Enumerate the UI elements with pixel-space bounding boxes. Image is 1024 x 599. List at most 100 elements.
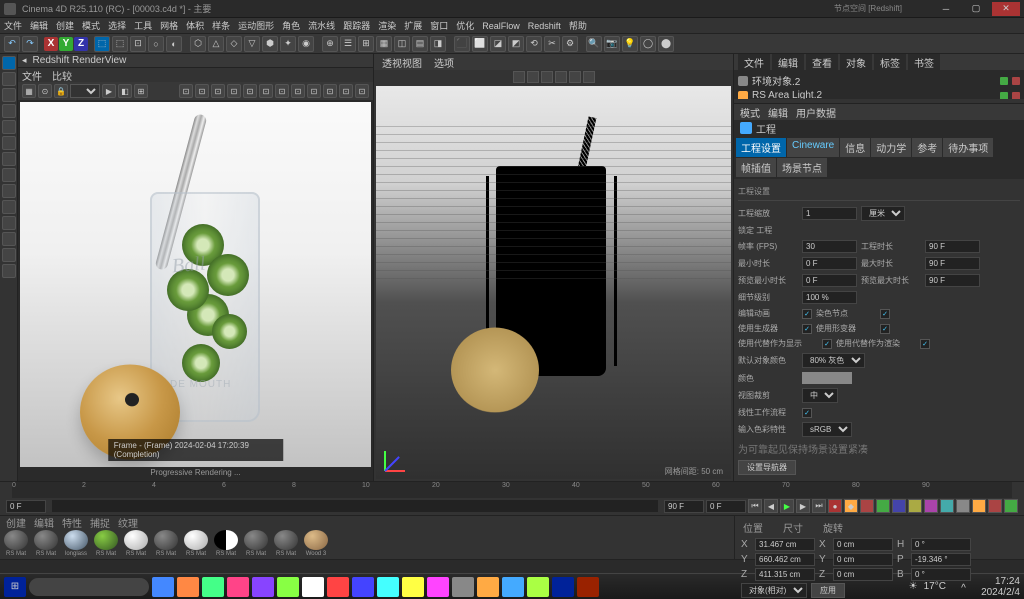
checkbox[interactable]: ✓ (802, 324, 812, 334)
tl-record-button[interactable]: ● (828, 499, 842, 513)
toolbar-button[interactable]: ◐ (166, 36, 182, 52)
menu-选择[interactable]: 选择 (108, 19, 126, 32)
pos-x-input[interactable] (755, 538, 815, 551)
object-item[interactable]: RS Area Light.2 (736, 89, 1022, 99)
render-tool-button[interactable]: ⊞ (134, 84, 148, 98)
size-x-input[interactable] (833, 538, 893, 551)
tl-key-button[interactable]: ◆ (844, 499, 858, 513)
visibility-toggle[interactable] (1000, 77, 1008, 85)
toolbar-button[interactable]: ⚙ (562, 36, 578, 52)
tl-tool-button[interactable] (988, 499, 1002, 513)
material-item[interactable]: RS Mat (2, 530, 30, 557)
obj-tab[interactable]: 查看 (806, 54, 838, 71)
close-button[interactable]: ✕ (992, 2, 1020, 16)
left-tool-button[interactable] (2, 216, 16, 230)
toolbar-button[interactable]: ⟲ (526, 36, 542, 52)
material-item[interactable]: RS Mat (242, 530, 270, 557)
render-header[interactable]: ◂ Redshift RenderView (18, 54, 373, 68)
render-tool-button[interactable]: ⊡ (339, 84, 353, 98)
menu-角色[interactable]: 角色 (282, 19, 300, 32)
render-mode-select[interactable]: Render (70, 84, 100, 98)
render-tool-button[interactable]: ⊡ (275, 84, 289, 98)
toolbar-button[interactable]: ⊡ (130, 36, 146, 52)
left-tool-button[interactable] (2, 232, 16, 246)
tl-tool-button[interactable] (860, 499, 874, 513)
toolbar-button[interactable]: ◫ (394, 36, 410, 52)
left-tool-button[interactable] (2, 184, 16, 198)
prevmin-input[interactable] (802, 274, 857, 287)
tl-tool-button[interactable] (924, 499, 938, 513)
material-item[interactable]: RS Mat (212, 530, 240, 557)
menu-运动图形[interactable]: 运动图形 (238, 19, 274, 32)
toolbar-button[interactable]: ◇ (226, 36, 242, 52)
vp-menu-view[interactable]: 透视视图 (382, 55, 422, 70)
menu-跟踪器[interactable]: 跟踪器 (343, 19, 370, 32)
redo-button[interactable]: ↷ (22, 36, 38, 52)
left-tool-button[interactable] (2, 104, 16, 118)
render-view[interactable]: Ball DE MOUTH Frame - (Frame) 2024-02-04… (20, 102, 371, 479)
toolbar-button[interactable]: ▦ (376, 36, 392, 52)
taskbar-app[interactable] (377, 577, 399, 597)
toolbar-button[interactable]: ◯ (640, 36, 656, 52)
menu-渲染[interactable]: 渲染 (378, 19, 396, 32)
scale-input[interactable] (802, 207, 857, 220)
toolbar-button[interactable]: 💡 (622, 36, 638, 52)
axis-toggle[interactable]: X Y Z (44, 37, 88, 51)
viewport-tool-button[interactable] (555, 71, 567, 83)
render-tool-button[interactable]: ⊡ (291, 84, 305, 98)
toolbar-button[interactable]: 📷 (604, 36, 620, 52)
attr-tab[interactable]: 待办事项 (943, 138, 993, 157)
viewport-tool-button[interactable] (583, 71, 595, 83)
colorspace-select[interactable]: sRGB (802, 422, 852, 437)
tl-start-input[interactable] (6, 500, 46, 513)
menu-网格[interactable]: 网格 (160, 19, 178, 32)
taskbar-search[interactable] (29, 578, 149, 596)
toolbar-button[interactable]: ⬤ (658, 36, 674, 52)
toolbar-button[interactable]: ⊕ (322, 36, 338, 52)
minimize-button[interactable]: ─ (932, 2, 960, 16)
toolbar-button[interactable]: ◉ (298, 36, 314, 52)
pos-z-input[interactable] (755, 568, 815, 581)
taskbar-app[interactable] (502, 577, 524, 597)
render-tool-button[interactable]: ⊡ (195, 84, 209, 98)
obj-tab[interactable]: 文件 (738, 54, 770, 71)
menu-样条[interactable]: 样条 (212, 19, 230, 32)
apply-button[interactable]: 应用 (811, 583, 845, 598)
toolbar-button[interactable]: ✂ (544, 36, 560, 52)
size-y-input[interactable] (833, 553, 893, 566)
left-tool-button[interactable] (2, 120, 16, 134)
rot-p-input[interactable] (911, 553, 971, 566)
start-button[interactable]: ⊞ (4, 577, 26, 597)
size-z-input[interactable] (833, 568, 893, 581)
pos-y-input[interactable] (755, 553, 815, 566)
toolbar-button[interactable]: ⬜ (472, 36, 488, 52)
material-item[interactable]: longlass (62, 530, 90, 557)
toolbar-button[interactable]: ⬡ (190, 36, 206, 52)
toolbar-button[interactable]: 🔍 (586, 36, 602, 52)
left-tool-button[interactable] (2, 200, 16, 214)
object-item[interactable]: 环境对象.2 (736, 72, 1022, 89)
material-item[interactable]: RS Mat (152, 530, 180, 557)
nav-settings-button[interactable]: 设置导航器 (738, 460, 796, 475)
toolbar-button[interactable]: ▤ (412, 36, 428, 52)
vp-axis-gizmo[interactable] (384, 441, 414, 471)
taskbar-app[interactable] (177, 577, 199, 597)
material-item[interactable]: RS Mat (92, 530, 120, 557)
attr-tab[interactable]: 场景节点 (777, 158, 827, 177)
toolbar-button[interactable]: ⊞ (358, 36, 374, 52)
taskbar-app[interactable] (477, 577, 499, 597)
attr-tab[interactable]: 信息 (840, 138, 870, 157)
render-tool-button[interactable]: ⊙ (38, 84, 52, 98)
menu-创建[interactable]: 创建 (56, 19, 74, 32)
toolbar-button[interactable]: ◨ (430, 36, 446, 52)
material-item[interactable]: RS Mat (272, 530, 300, 557)
left-tool-button[interactable] (2, 56, 16, 70)
clip-select[interactable]: 中 (802, 388, 838, 403)
rot-h-input[interactable] (911, 538, 971, 551)
checkbox[interactable]: ✓ (802, 309, 812, 319)
color-swatch[interactable] (802, 372, 852, 384)
visibility-toggle[interactable] (1000, 92, 1008, 100)
toolbar-button[interactable]: ☰ (340, 36, 356, 52)
material-item[interactable]: Wood 3 (302, 530, 330, 557)
menu-工具[interactable]: 工具 (134, 19, 152, 32)
